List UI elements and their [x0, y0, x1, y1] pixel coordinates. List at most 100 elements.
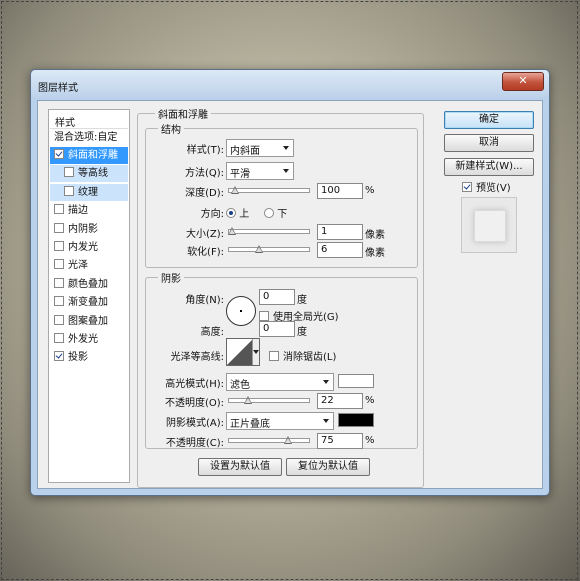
checkbox[interactable]	[54, 204, 64, 215]
soften-label: 软化(F):	[187, 247, 224, 258]
checkbox[interactable]	[54, 333, 64, 343]
cancel-button[interactable]: 取消	[444, 134, 534, 152]
style-item-label: 等高线	[78, 168, 108, 180]
checkbox[interactable]	[259, 311, 269, 321]
style-item-label: 投影	[68, 352, 88, 364]
depth-slider[interactable]	[228, 186, 310, 194]
altitude-input[interactable]: 0	[259, 321, 295, 337]
slider-thumb[interactable]	[283, 436, 292, 444]
style-item-label: 图案叠加	[68, 315, 108, 327]
style-item-label: 颜色叠加	[68, 278, 108, 290]
style-item[interactable]: 内发光	[50, 239, 128, 256]
direction-label: 方向:	[200, 209, 224, 220]
style-item-label: 描边	[68, 205, 88, 217]
direction-down-label: 下	[277, 209, 288, 220]
highlight-mode-dropdown[interactable]: 滤色	[226, 373, 334, 391]
anti-aliased-checkbox[interactable]: 消除锯齿(L)	[269, 348, 336, 363]
checkbox[interactable]	[64, 185, 74, 196]
chevron-down-icon	[283, 169, 289, 173]
checkbox[interactable]	[54, 314, 64, 325]
size-input[interactable]: 1	[317, 224, 363, 240]
gloss-contour-label: 光泽等高线:	[170, 352, 224, 363]
highlight-opacity-input[interactable]: 22	[317, 393, 363, 409]
preview-checkbox[interactable]: 预览(V)	[462, 179, 511, 194]
style-dropdown[interactable]: 内斜面	[226, 139, 294, 157]
highlight-mode-value: 滤色	[230, 380, 250, 391]
checkbox[interactable]	[64, 167, 74, 178]
style-item-label: 内阴影	[68, 223, 98, 235]
size-label: 大小(Z):	[185, 229, 224, 240]
style-item[interactable]: 内阴影	[50, 221, 128, 238]
style-item[interactable]: 等高线	[50, 165, 128, 183]
slider-thumb[interactable]	[254, 245, 263, 253]
style-item[interactable]: 描边	[50, 202, 128, 219]
checkbox[interactable]	[54, 296, 64, 307]
new-style-button[interactable]: 新建样式(W)...	[444, 158, 534, 176]
slider-thumb[interactable]	[244, 396, 253, 404]
checkbox[interactable]	[54, 277, 64, 288]
ok-button[interactable]: 确定	[444, 111, 534, 129]
shadow-color-swatch[interactable]	[338, 413, 374, 427]
slider-track	[228, 438, 310, 443]
shadow-opacity-slider[interactable]	[228, 436, 310, 444]
reset-default-button[interactable]: 复位为默认值	[286, 458, 370, 476]
direction-up-radio[interactable]: 上	[226, 205, 249, 220]
checkbox[interactable]	[269, 351, 279, 361]
style-value: 内斜面	[230, 146, 260, 157]
style-item-label: 斜面和浮雕	[68, 150, 118, 161]
chevron-down-icon	[323, 419, 329, 423]
style-item[interactable]: 图案叠加	[50, 313, 128, 330]
checkbox[interactable]	[54, 259, 64, 270]
dialog-title: 图层样式	[38, 83, 78, 94]
shadow-mode-dropdown[interactable]: 正片叠底	[226, 412, 334, 430]
make-default-button[interactable]: 设置为默认值	[198, 458, 282, 476]
style-item-label: 外发光	[68, 334, 98, 345]
style-item[interactable]: 光泽	[50, 257, 128, 274]
size-slider[interactable]	[228, 227, 310, 235]
checkbox[interactable]	[54, 241, 64, 251]
slider-thumb[interactable]	[228, 227, 236, 235]
gloss-contour-picker[interactable]	[226, 338, 260, 366]
checkbox[interactable]	[54, 351, 64, 362]
contour-dropdown-arrow[interactable]	[252, 339, 259, 365]
highlight-opacity-slider[interactable]	[228, 396, 310, 404]
style-item[interactable]: 渐变叠加	[50, 294, 128, 311]
style-item[interactable]: 纹理	[50, 183, 128, 201]
bevel-emboss-title: 斜面和浮雕	[155, 106, 211, 121]
angle-input[interactable]: 0	[259, 289, 295, 305]
radio-up[interactable]	[226, 208, 236, 218]
shadow-opacity-input[interactable]: 75	[317, 433, 363, 449]
angle-dial[interactable]	[226, 296, 256, 326]
blend-options-item[interactable]: 混合选项:自定	[50, 128, 128, 146]
style-item-label: 光泽	[68, 260, 88, 272]
dialog-body: 样式 混合选项:自定 斜面和浮雕等高线纹理描边内阴影内发光光泽颜色叠加渐变叠加图…	[37, 100, 543, 489]
depth-input[interactable]: 100	[317, 183, 363, 199]
chevron-down-icon	[283, 146, 289, 150]
style-item[interactable]: 颜色叠加	[50, 276, 128, 293]
soften-unit: 像素	[365, 248, 385, 259]
checkbox[interactable]	[54, 222, 64, 233]
style-item[interactable]: 投影	[50, 349, 128, 366]
direction-down-radio[interactable]: 下	[264, 205, 287, 220]
preview-label: 预览(V)	[476, 183, 511, 194]
radio-down[interactable]	[264, 208, 274, 218]
style-label: 样式(T):	[186, 145, 224, 156]
style-item-label: 渐变叠加	[68, 297, 108, 309]
size-unit: 像素	[365, 230, 385, 241]
style-item[interactable]: 斜面和浮雕	[50, 147, 128, 164]
checkbox[interactable]	[54, 149, 64, 159]
title-bar[interactable]: 图层样式 ✕	[31, 70, 549, 98]
angle-center-dot	[240, 310, 242, 312]
technique-dropdown[interactable]: 平滑	[226, 162, 294, 180]
close-button[interactable]: ✕	[502, 72, 544, 91]
structure-title: 结构	[158, 121, 184, 136]
slider-track	[228, 188, 310, 193]
anti-aliased-label: 消除锯齿(L)	[283, 352, 337, 363]
slider-thumb[interactable]	[230, 186, 239, 194]
styles-header[interactable]: 样式	[55, 114, 75, 129]
soften-input[interactable]: 6	[317, 242, 363, 258]
highlight-color-swatch[interactable]	[338, 374, 374, 388]
style-item[interactable]: 外发光	[50, 331, 128, 348]
soften-slider[interactable]	[228, 245, 310, 253]
checkbox[interactable]	[462, 182, 472, 192]
